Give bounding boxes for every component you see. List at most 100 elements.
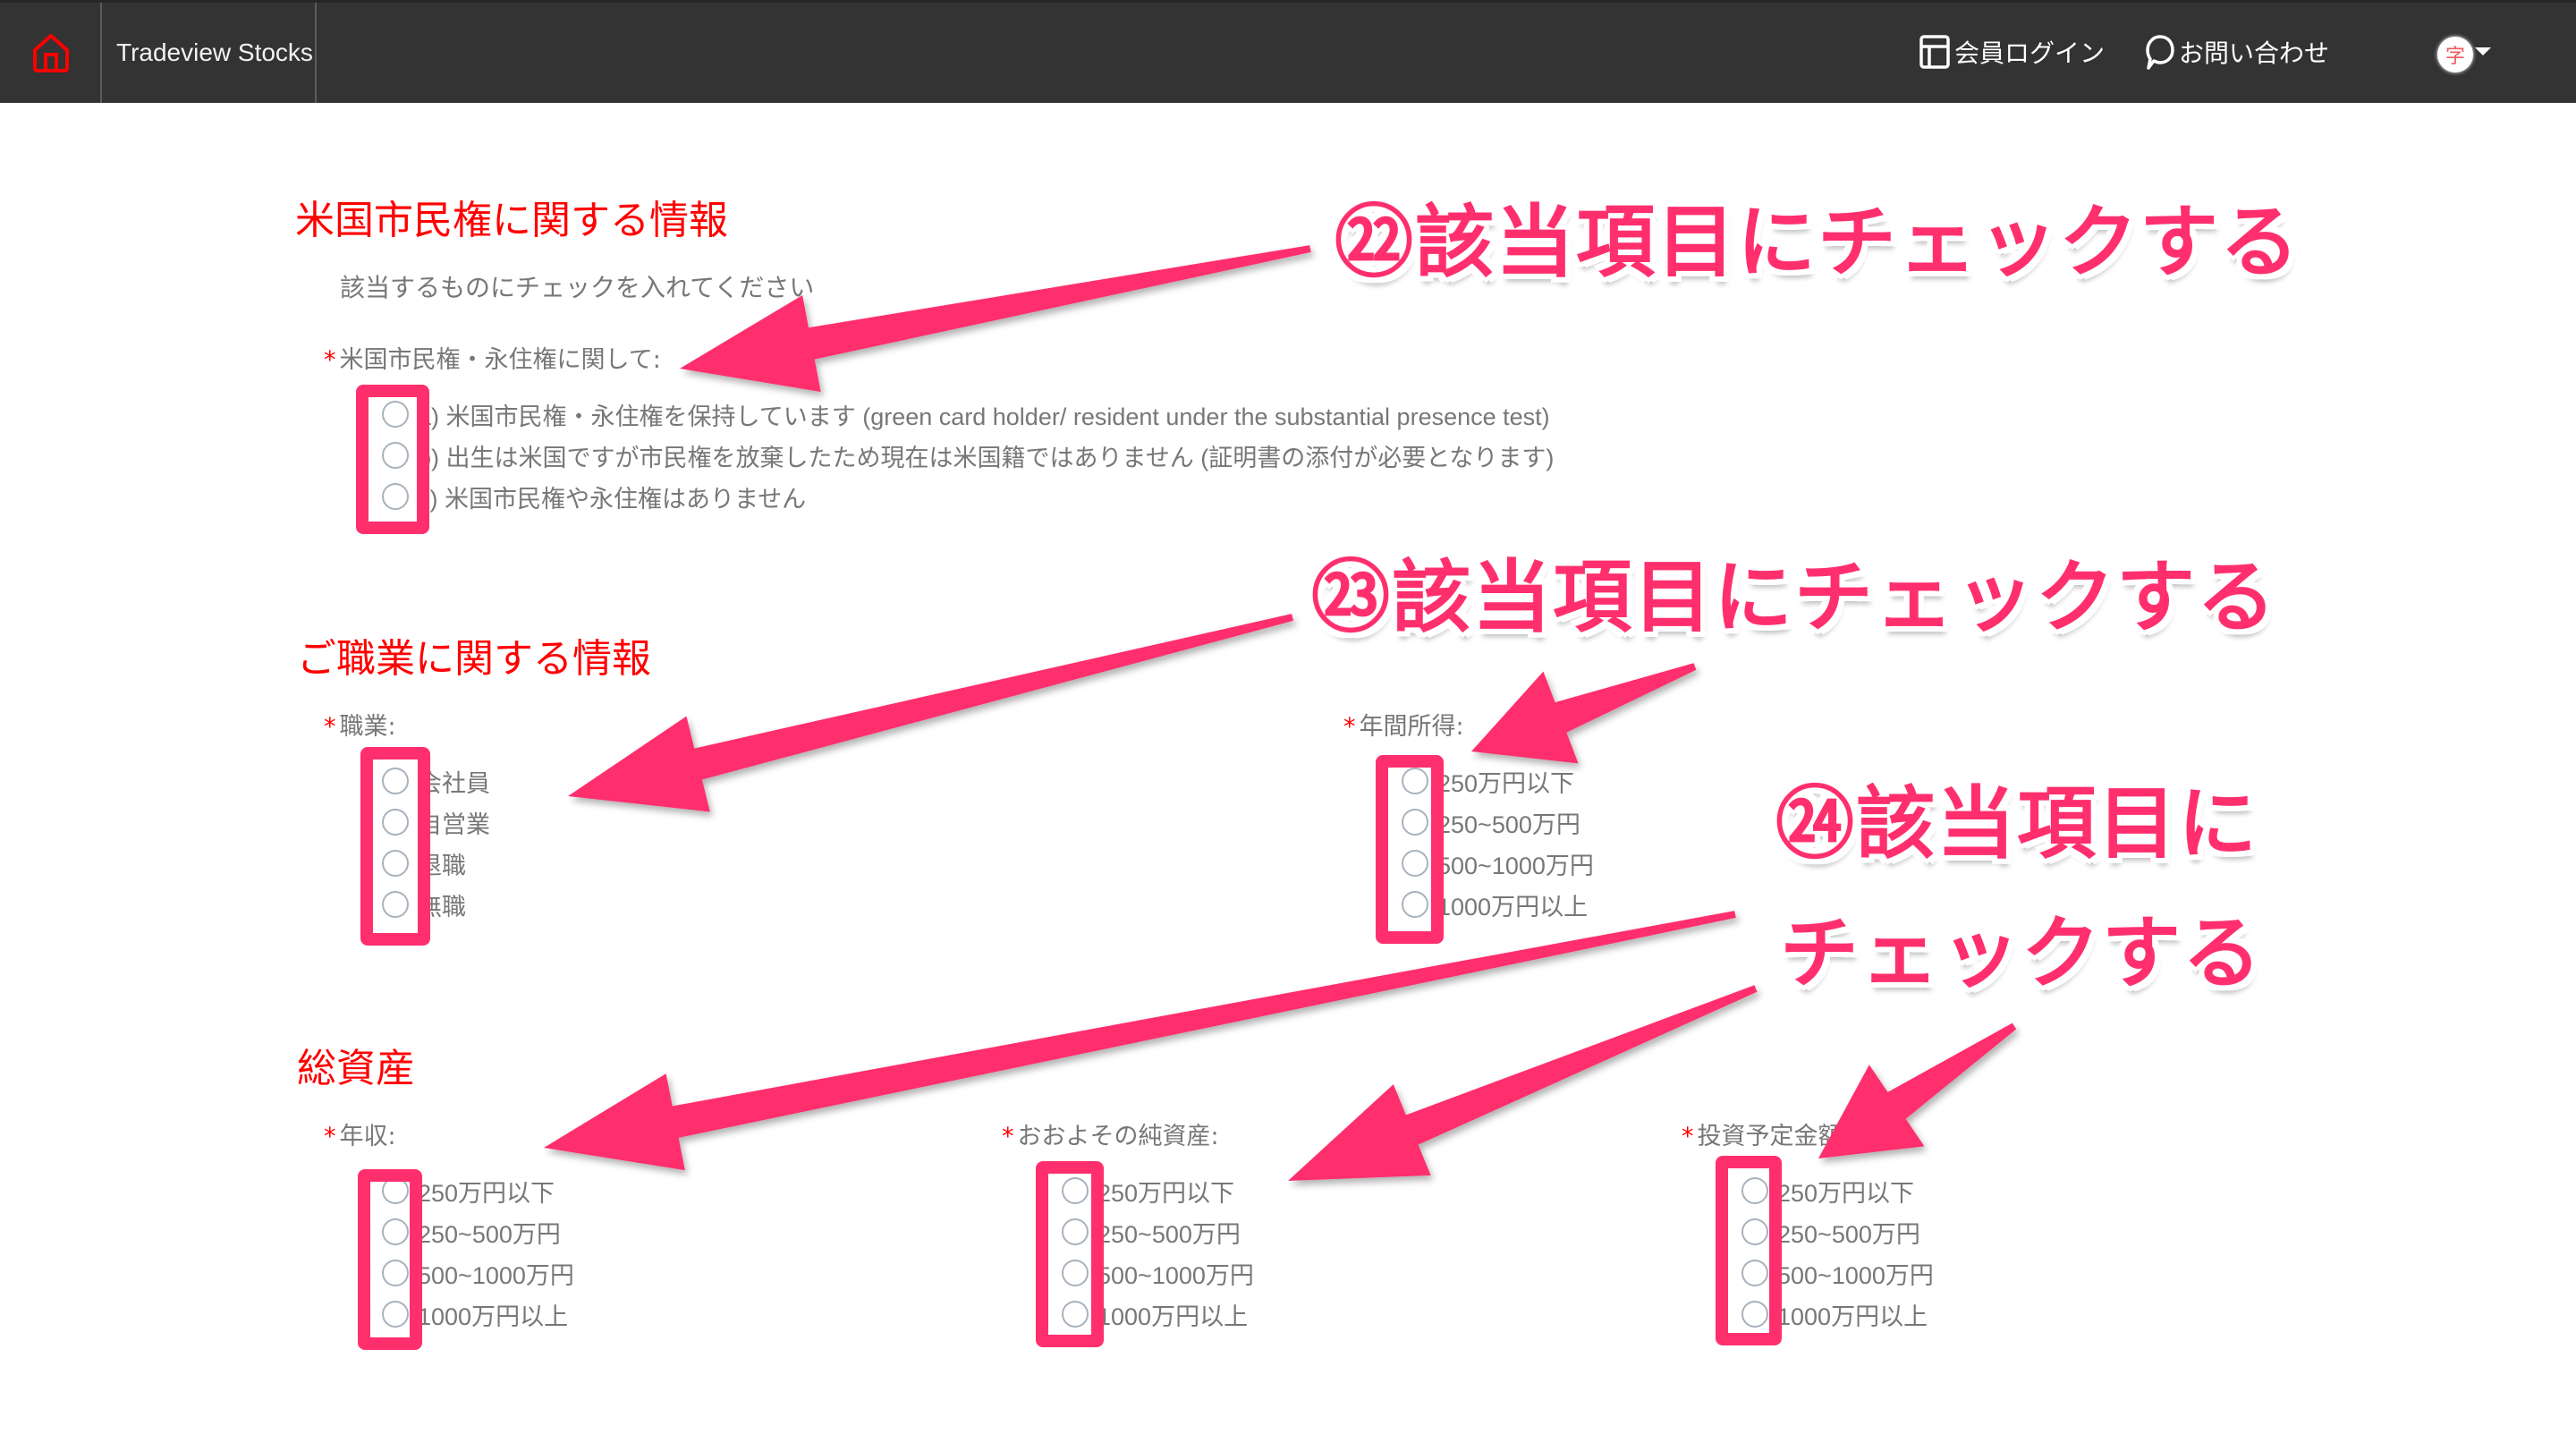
net-assets-label-text: おおよその純資産:: [1017, 1123, 1219, 1150]
job-option[interactable]: 自営業: [382, 802, 490, 843]
callout-arrow: [1471, 663, 1697, 764]
investment-amount-field-label: * 投資予定金額:: [1682, 1116, 1851, 1151]
option-label: 500~1000万円: [1777, 1261, 1934, 1289]
net-assets-option[interactable]: 250~500万円: [1062, 1211, 1254, 1252]
citizenship-radio-group: a) 米国市民権・永住権を保持しています (green card holder/…: [382, 394, 1554, 517]
radio-button[interactable]: [382, 483, 409, 510]
option-label: 250~500万円: [1437, 810, 1580, 838]
speech-bubble-icon: [2146, 35, 2174, 70]
radio-button[interactable]: [382, 1260, 409, 1286]
citizenship-option-c[interactable]: c) 米国市民権や永住権はありません: [382, 476, 1554, 517]
option-label: b) 出生は米国ですが市民権を放棄したため現在は米国籍ではありません (証明書の…: [418, 444, 1555, 471]
nav-divider: [315, 3, 317, 103]
caret-down-icon[interactable]: [2475, 47, 2491, 55]
option-label: 250万円以下: [418, 1179, 555, 1207]
radio-button[interactable]: [382, 1177, 409, 1204]
option-label: 250~500万円: [1097, 1220, 1241, 1248]
yearly-income-option[interactable]: 500~1000万円: [382, 1252, 574, 1294]
radio-button[interactable]: [1062, 1177, 1089, 1204]
net-assets-option[interactable]: 500~1000万円: [1062, 1252, 1254, 1294]
option-label: 250万円以下: [1437, 769, 1575, 797]
radio-button[interactable]: [1402, 891, 1428, 918]
home-button[interactable]: [0, 3, 101, 103]
required-asterisk: *: [324, 1123, 336, 1150]
radio-button[interactable]: [1741, 1260, 1768, 1286]
annual-income-option[interactable]: 500~1000万円: [1402, 843, 1594, 884]
contact-link[interactable]: お問い合わせ: [2145, 30, 2329, 74]
required-asterisk: *: [324, 346, 336, 374]
option-label: 会社員: [418, 769, 490, 797]
radio-button[interactable]: [382, 891, 409, 918]
annual-income-option[interactable]: 250万円以下: [1402, 760, 1594, 802]
net-assets-option[interactable]: 250万円以下: [1062, 1170, 1254, 1211]
radio-button[interactable]: [1402, 850, 1428, 877]
required-asterisk: *: [1002, 1123, 1014, 1150]
investment-amount-option[interactable]: 250~500万円: [1741, 1211, 1934, 1252]
yearly-income-option[interactable]: 250万円以下: [382, 1170, 574, 1211]
option-label: 250~500万円: [1777, 1220, 1920, 1248]
radio-button[interactable]: [382, 442, 409, 469]
contact-label: お問い合わせ: [2179, 38, 2330, 68]
citizenship-field-label: * 米国市民権・永住権に関して:: [324, 340, 661, 375]
assets-section-title: 総資産: [297, 1046, 415, 1091]
occupation-section-title: ご職業に関する情報: [297, 636, 651, 682]
yearly-income-option[interactable]: 250~500万円: [382, 1211, 574, 1252]
option-label: 1000万円以上: [1097, 1303, 1249, 1330]
yearly-income-radio-group: 250万円以下 250~500万円 500~1000万円 1000万円以上: [382, 1170, 574, 1335]
citizenship-option-b[interactable]: b) 出生は米国ですが市民権を放棄したため現在は米国籍ではありません (証明書の…: [382, 435, 1554, 476]
annual-income-option[interactable]: 250~500万円: [1402, 802, 1594, 843]
radio-button[interactable]: [1741, 1177, 1768, 1204]
member-login-link[interactable]: 会員ログイン: [1919, 30, 2105, 74]
yearly-income-label-text: 年収:: [339, 1123, 396, 1150]
annual-income-option[interactable]: 1000万円以上: [1402, 884, 1594, 925]
callout-arrow: [568, 614, 1293, 812]
option-label: 1000万円以上: [418, 1303, 569, 1330]
option-label: 1000万円以上: [1777, 1303, 1928, 1330]
net-assets-option[interactable]: 1000万円以上: [1062, 1294, 1254, 1335]
annual-income-label-text: 年間所得:: [1359, 713, 1464, 741]
top-navbar: Tradeview Stocks 会員ログイン お問い合わせ 字: [0, 0, 2576, 103]
home-icon: [32, 34, 69, 72]
option-label: a) 米国市民権・永住権を保持しています (green card holder/…: [418, 403, 1550, 430]
job-label-text: 職業:: [339, 713, 396, 741]
radio-button[interactable]: [382, 809, 409, 836]
option-label: 250万円以下: [1777, 1179, 1915, 1207]
option-label: 自営業: [418, 810, 490, 838]
callout-arrow: [1288, 985, 1758, 1181]
option-label: c) 米国市民権や永住権はありません: [418, 485, 807, 513]
language-avatar[interactable]: 字: [2437, 37, 2473, 72]
radio-button[interactable]: [1741, 1301, 1768, 1328]
radio-button[interactable]: [382, 768, 409, 794]
radio-button[interactable]: [1741, 1218, 1768, 1245]
investment-amount-option[interactable]: 1000万円以上: [1741, 1294, 1934, 1335]
radio-button[interactable]: [382, 850, 409, 877]
investment-amount-option[interactable]: 250万円以下: [1741, 1170, 1934, 1211]
annual-income-field-label: * 年間所得:: [1343, 707, 1464, 742]
annual-income-radio-group: 250万円以下 250~500万円 500~1000万円 1000万円以上: [1402, 760, 1594, 925]
citizenship-label-text: 米国市民権・永住権に関して:: [339, 346, 661, 374]
option-label: 500~1000万円: [1097, 1261, 1254, 1289]
radio-button[interactable]: [382, 1218, 409, 1245]
radio-button[interactable]: [382, 401, 409, 428]
required-asterisk: *: [324, 713, 336, 741]
annotation-step-24-line1: ㉔該当項目に: [1775, 777, 2259, 870]
investment-amount-option[interactable]: 500~1000万円: [1741, 1252, 1934, 1294]
yearly-income-option[interactable]: 1000万円以上: [382, 1294, 574, 1335]
job-option[interactable]: 無職: [382, 884, 490, 925]
job-option[interactable]: 会社員: [382, 760, 490, 802]
yearly-income-field-label: * 年収:: [324, 1116, 396, 1151]
nav-divider: [100, 3, 102, 103]
investment-amount-label-text: 投資予定金額:: [1697, 1123, 1851, 1150]
annotation-step-22: ㉒該当項目にチェックする: [1335, 196, 2301, 288]
citizenship-option-a[interactable]: a) 米国市民権・永住権を保持しています (green card holder/…: [382, 394, 1554, 435]
option-label: 500~1000万円: [418, 1261, 574, 1289]
citizenship-hint: 該当するものにチェックを入れてください: [340, 273, 815, 302]
radio-button[interactable]: [1402, 768, 1428, 794]
radio-button[interactable]: [1402, 809, 1428, 836]
radio-button[interactable]: [1062, 1301, 1089, 1328]
radio-button[interactable]: [1062, 1218, 1089, 1245]
radio-button[interactable]: [1062, 1260, 1089, 1286]
job-option[interactable]: 退職: [382, 843, 490, 884]
radio-button[interactable]: [382, 1301, 409, 1328]
brand-link[interactable]: Tradeview Stocks: [116, 3, 313, 103]
